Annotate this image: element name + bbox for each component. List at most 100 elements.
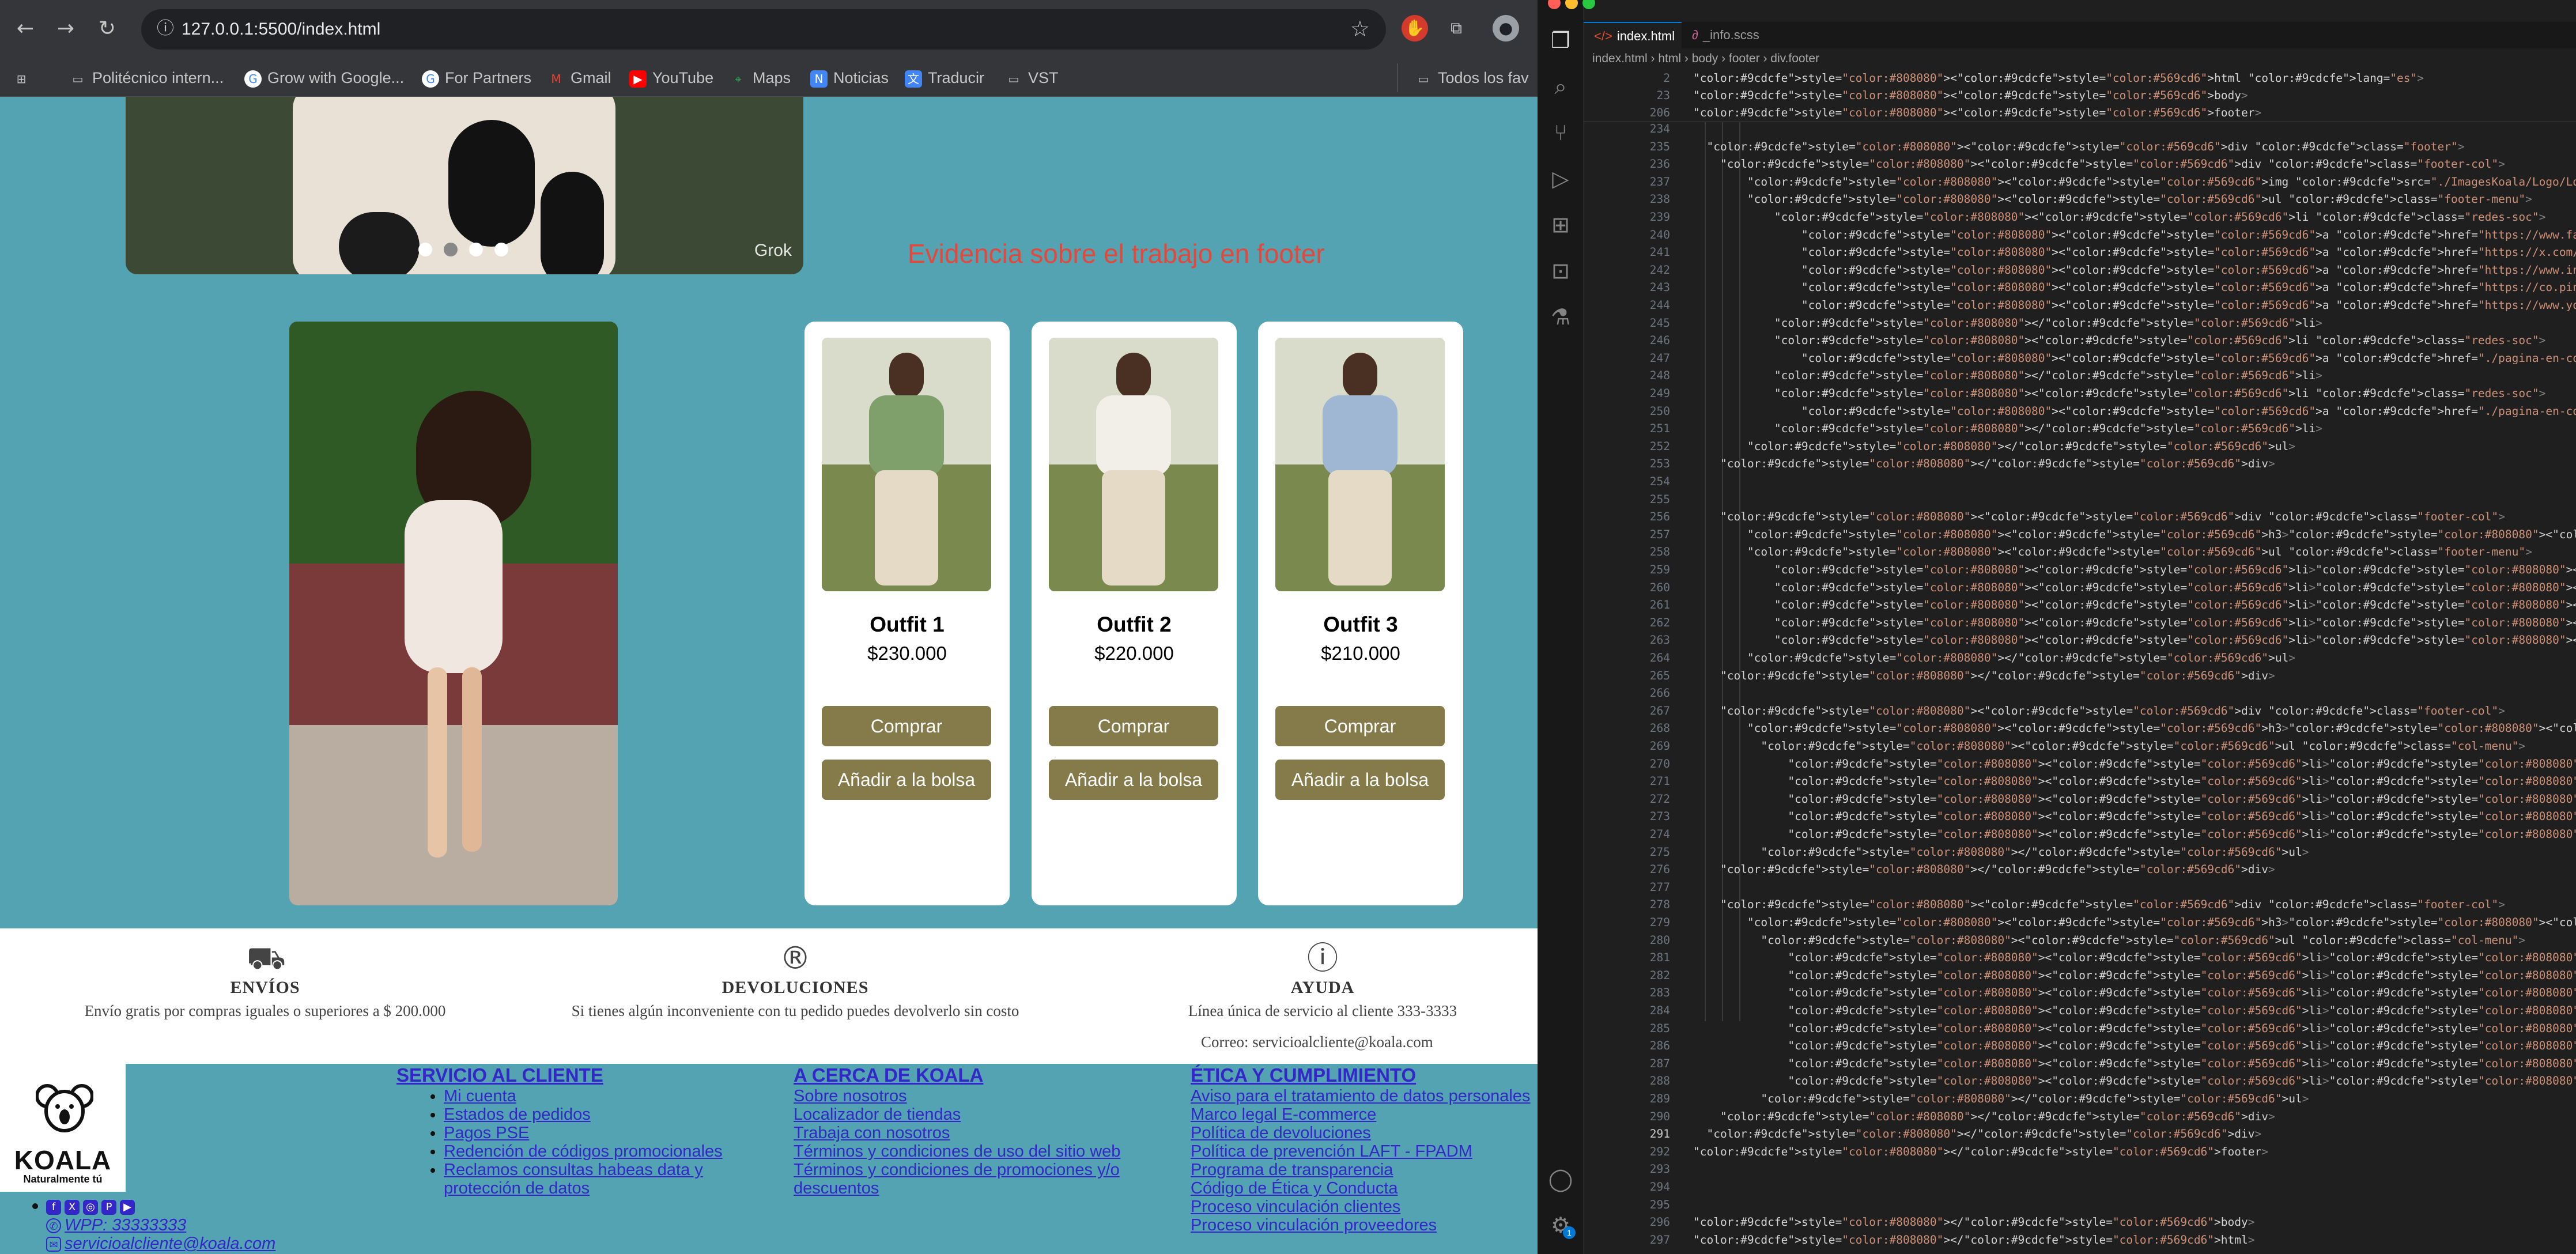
code-line[interactable]: "color:#9cdcfe">style="color:#808080"><"…	[1693, 563, 2576, 576]
reload-icon[interactable]: ↻	[95, 16, 120, 41]
code-line[interactable]: "color:#9cdcfe">style="color:#808080"></…	[1693, 440, 2295, 453]
footer-link[interactable]: Aviso para el tratamiento de datos perso…	[1191, 1087, 1531, 1105]
carousel-dot-1[interactable]	[418, 243, 432, 256]
code-line[interactable]: "color:#9cdcfe">style="color:#808080"><"…	[1693, 739, 2525, 753]
footer-col-title[interactable]: SERVICIO AL CLIENTE	[396, 1064, 784, 1087]
code-line[interactable]: "color:#9cdcfe">style="color:#808080"><"…	[1693, 140, 2464, 153]
code-line[interactable]: "color:#9cdcfe">style="color:#808080"><"…	[1693, 969, 2576, 982]
code-line[interactable]: "color:#9cdcfe">style="color:#808080"><"…	[1693, 334, 2545, 347]
code-line[interactable]: "color:#9cdcfe">style="color:#808080"></…	[1693, 1127, 2261, 1140]
buy-button[interactable]: Comprar	[822, 706, 991, 746]
code-line[interactable]: "color:#9cdcfe">style="color:#808080"></…	[1693, 1092, 2309, 1105]
code-line[interactable]: "color:#9cdcfe">style="color:#808080"><"…	[1693, 898, 2505, 911]
code-line[interactable]: "color:#9cdcfe">style="color:#808080"></…	[1693, 422, 2322, 435]
code-line[interactable]: "color:#9cdcfe">style="color:#808080"><"…	[1693, 810, 2576, 823]
code-area[interactable]: 234 235 "color:#9cdcfe">style="color:#808…	[1584, 122, 2576, 1254]
code-line[interactable]: "color:#9cdcfe">style="color:#808080"><"…	[1693, 528, 2576, 541]
code-line[interactable]: "color:#9cdcfe">style="color:#808080"><"…	[1693, 722, 2576, 735]
code-line[interactable]: "color:#9cdcfe">style="color:#808080"><"…	[1693, 89, 2248, 102]
forward-icon[interactable]: →	[53, 16, 78, 41]
code-line[interactable]: "color:#9cdcfe">style="color:#808080"><"…	[1693, 228, 2576, 241]
code-line[interactable]: "color:#9cdcfe">style="color:#808080"><"…	[1693, 192, 2532, 206]
url-text[interactable]: 127.0.0.1:5500/index.html	[182, 17, 380, 41]
code-line[interactable]: "color:#9cdcfe">style="color:#808080"><"…	[1693, 245, 2576, 259]
remote-explorer-icon[interactable]: ⊡	[1546, 256, 1576, 286]
footer-link[interactable]: Estados de pedidos	[444, 1105, 591, 1124]
footer-link[interactable]: Trabaja con nosotros	[794, 1124, 950, 1142]
code-line[interactable]: "color:#9cdcfe">style="color:#808080"><"…	[1693, 210, 2545, 224]
code-line[interactable]: "color:#9cdcfe">style="color:#808080"><"…	[1693, 387, 2545, 400]
code-line[interactable]: "color:#9cdcfe">style="color:#808080"><"…	[1693, 1057, 2576, 1070]
bookmark-item[interactable]: G For Partners	[422, 63, 531, 92]
maximize-window-icon[interactable]	[1582, 0, 1595, 9]
carousel-dot-3[interactable]	[469, 243, 483, 256]
code-line[interactable]: "color:#9cdcfe">style="color:#808080"><"…	[1693, 616, 2576, 629]
bookmark-item[interactable]: ▶ YouTube	[629, 63, 713, 92]
whatsapp-link[interactable]: ✆ WPP: 33333333	[46, 1216, 275, 1234]
product-photo[interactable]	[1049, 338, 1218, 591]
code-line[interactable]: "color:#9cdcfe">style="color:#808080"><"…	[1693, 598, 2576, 611]
carousel-banner[interactable]: Grok	[126, 97, 803, 274]
code-line[interactable]: "color:#9cdcfe">style="color:#808080"><"…	[1693, 352, 2576, 365]
code-line[interactable]: "color:#9cdcfe">style="color:#808080"><"…	[1693, 157, 2505, 171]
code-line[interactable]: "color:#9cdcfe">style="color:#808080"><"…	[1693, 934, 2525, 947]
code-line[interactable]: "color:#9cdcfe">style="color:#808080"></…	[1693, 1145, 2268, 1158]
code-line[interactable]: "color:#9cdcfe">style="color:#808080"><"…	[1693, 633, 2576, 647]
bookmark-item[interactable]: ⌖ Maps	[730, 63, 791, 92]
code-line[interactable]: "color:#9cdcfe">style="color:#808080"></…	[1693, 1215, 2255, 1229]
footer-link[interactable]: Reclamos consultas habeas data y protecc…	[444, 1161, 703, 1198]
search-icon[interactable]: ⌕	[1546, 71, 1576, 101]
breadcrumb[interactable]: index.html › html › body › footer › div.…	[1592, 52, 1819, 66]
footer-link[interactable]: Proceso vinculación clientes	[1191, 1198, 1400, 1216]
footer-link[interactable]: Sobre nosotros	[794, 1087, 907, 1105]
site-info-icon[interactable]: ⓘ	[154, 17, 177, 40]
footer-link[interactable]: Proceso vinculación proveedores	[1191, 1216, 1437, 1234]
add-to-bag-button[interactable]: Añadir a la bolsa	[1049, 760, 1218, 800]
footer-col-title[interactable]: A CERCA DE KOALA	[794, 1064, 1151, 1087]
minimize-window-icon[interactable]	[1565, 0, 1578, 9]
code-line[interactable]: "color:#9cdcfe">style="color:#808080"></…	[1693, 845, 2309, 859]
bookmark-item[interactable]: 文 Traducir	[905, 63, 984, 92]
footer-link[interactable]: Mi cuenta	[444, 1087, 516, 1105]
account-icon[interactable]: ◯	[1546, 1164, 1576, 1194]
testing-icon[interactable]: ⚗	[1546, 302, 1576, 332]
email-link[interactable]: ✉ servicioalcliente@koala.com	[46, 1234, 275, 1253]
code-line[interactable]: "color:#9cdcfe">style="color:#808080"></…	[1693, 651, 2295, 664]
bookmark-item[interactable]: G Grow with Google...	[244, 63, 404, 92]
tab-index-html[interactable]: </> index.html	[1584, 22, 1682, 48]
footer-link[interactable]: Términos y condiciones de uso del sitio …	[794, 1142, 1120, 1161]
code-line[interactable]: "color:#9cdcfe">style="color:#808080"><"…	[1693, 510, 2505, 523]
extension-icon[interactable]: ✋	[1402, 15, 1428, 41]
code-line[interactable]: "color:#9cdcfe">style="color:#808080"><"…	[1693, 581, 2576, 594]
bookmark-folder[interactable]: ▭ VST	[1005, 63, 1059, 92]
address-bar[interactable]: ⓘ 127.0.0.1:5500/index.html ☆	[141, 9, 1386, 50]
code-line[interactable]: "color:#9cdcfe">style="color:#808080"><"…	[1693, 405, 2576, 418]
bookmark-item[interactable]: N Noticias	[810, 63, 889, 92]
code-line[interactable]: "color:#9cdcfe">style="color:#808080"><"…	[1693, 1022, 2576, 1035]
footer-link[interactable]: Programa de transparencia	[1191, 1161, 1393, 1179]
code-line[interactable]: "color:#9cdcfe">style="color:#808080"></…	[1693, 669, 2275, 682]
footer-link[interactable]: Localizador de tiendas	[794, 1105, 961, 1124]
bookmark-star-icon[interactable]: ☆	[1350, 16, 1370, 41]
code-line[interactable]: "color:#9cdcfe">style="color:#808080"><"…	[1693, 951, 2576, 964]
source-control-icon[interactable]: ⑂	[1546, 118, 1576, 148]
buy-button[interactable]: Comprar	[1049, 706, 1218, 746]
carousel-dot-2[interactable]	[444, 243, 458, 256]
code-line[interactable]: "color:#9cdcfe">style="color:#808080"></…	[1693, 1233, 2255, 1247]
code-line[interactable]: "color:#9cdcfe">style="color:#808080"><"…	[1693, 71, 2424, 85]
code-line[interactable]: "color:#9cdcfe">style="color:#808080"></…	[1693, 863, 2275, 876]
close-window-icon[interactable]	[1548, 0, 1561, 9]
pinterest-icon[interactable]: P	[101, 1200, 116, 1215]
code-line[interactable]: "color:#9cdcfe">style="color:#808080"><"…	[1693, 1074, 2576, 1087]
profile-avatar[interactable]: ●	[1493, 15, 1519, 41]
code-line[interactable]: "color:#9cdcfe">style="color:#808080"><"…	[1693, 545, 2532, 558]
footer-link[interactable]: Política de prevención LAFT - FPADM	[1191, 1142, 1472, 1161]
code-line[interactable]: "color:#9cdcfe">style="color:#808080"><"…	[1693, 1004, 2576, 1017]
bookmark-item[interactable]: M Gmail	[547, 63, 611, 92]
code-line[interactable]: "color:#9cdcfe">style="color:#808080"></…	[1693, 316, 2322, 330]
code-line[interactable]: "color:#9cdcfe">style="color:#808080"><"…	[1693, 281, 2576, 294]
footer-link[interactable]: Código de Ética y Conducta	[1191, 1179, 1398, 1198]
code-line[interactable]: "color:#9cdcfe">style="color:#808080"><"…	[1693, 704, 2505, 717]
explorer-icon[interactable]: ❐	[1546, 25, 1576, 55]
code-line[interactable]: "color:#9cdcfe">style="color:#808080"><"…	[1693, 299, 2576, 312]
